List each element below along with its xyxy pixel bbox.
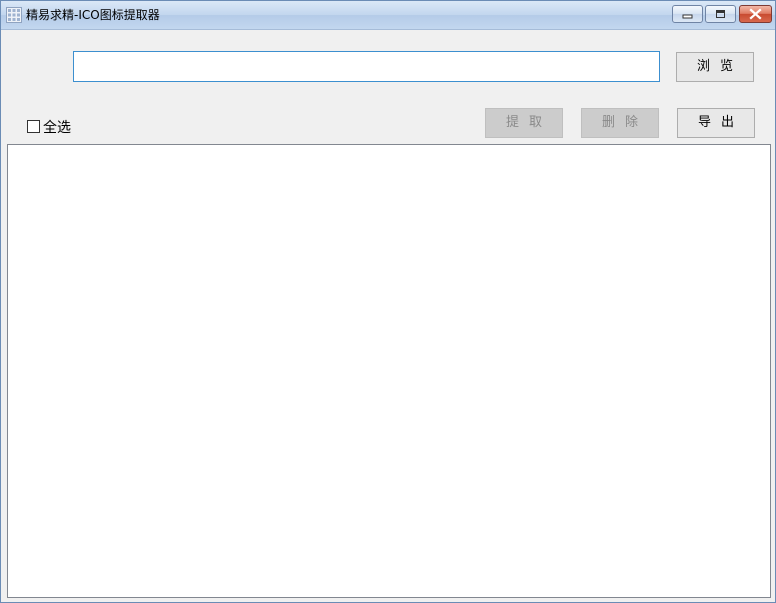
icon-list-view[interactable] [7,144,771,598]
close-button[interactable] [739,5,772,23]
file-path-input[interactable] [73,51,660,82]
maximize-button[interactable] [705,5,736,23]
export-button[interactable]: 导出 [677,108,755,138]
close-icon [749,8,762,20]
delete-button[interactable]: 删除 [581,108,659,138]
main-window: 精易求精-ICO图标提取器 浏览 全选 提取 删除 导出 [0,0,776,603]
browse-button[interactable]: 浏览 [676,52,754,82]
minimize-icon [682,14,693,19]
title-bar[interactable]: 精易求精-ICO图标提取器 [1,1,775,30]
maximize-icon [716,10,725,18]
minimize-button[interactable] [672,5,703,23]
select-all-label: 全选 [43,120,71,136]
window-title: 精易求精-ICO图标提取器 [26,8,160,22]
extract-button[interactable]: 提取 [485,108,563,138]
app-grid-icon [6,7,22,23]
checkbox-box[interactable] [27,120,40,133]
